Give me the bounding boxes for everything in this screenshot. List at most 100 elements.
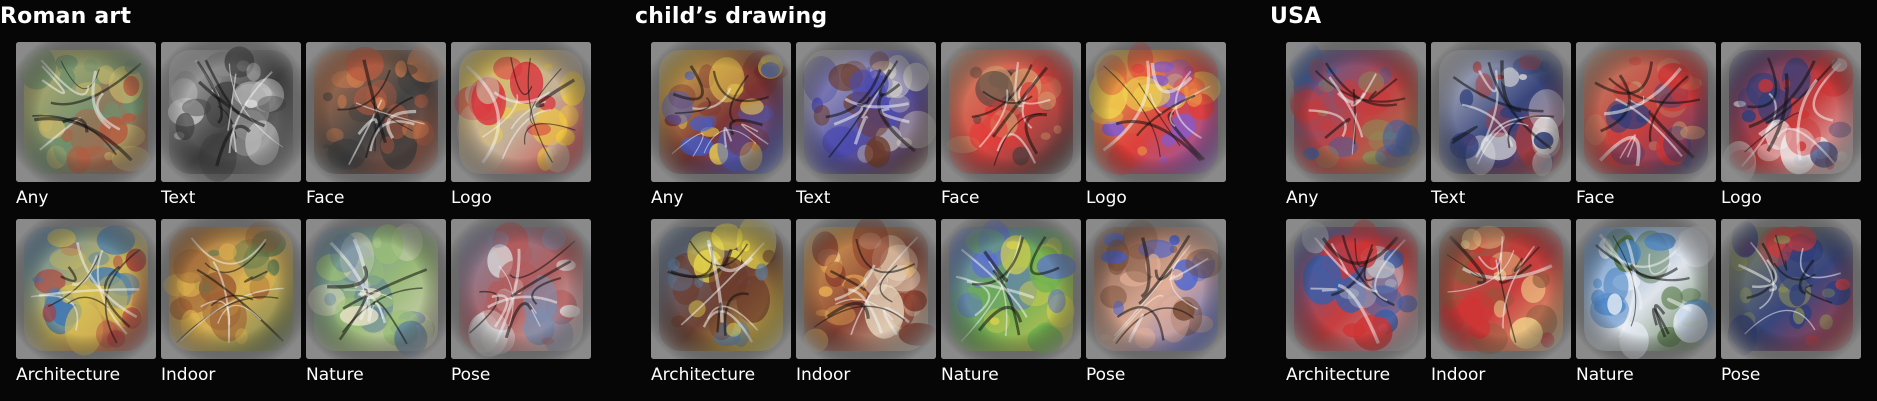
us-mountain-landscape-icon: [1576, 219, 1716, 359]
crayon-text-icon: [796, 42, 936, 182]
thumbnail: [451, 42, 591, 182]
tile-label: Logo: [1086, 188, 1127, 208]
tile-label: Text: [1431, 188, 1466, 208]
thumbnail: [16, 219, 156, 359]
tile-indoor: Indoor: [161, 219, 301, 385]
thumbnail: [306, 42, 446, 182]
group-title: child’s drawing: [635, 4, 828, 29]
tile-architecture: Architecture: [651, 219, 791, 385]
thumbnail: [161, 219, 301, 359]
thumbnail: [1431, 42, 1571, 182]
tile-label: Indoor: [161, 365, 216, 385]
tile-nature: Nature: [941, 219, 1081, 385]
tile-label: Architecture: [1286, 365, 1391, 385]
thumbnail: [651, 42, 791, 182]
tile-label: Architecture: [651, 365, 756, 385]
tile-label: Pose: [1086, 365, 1126, 385]
thumbnail: [1576, 42, 1716, 182]
crayon-figure-icon: [1086, 219, 1226, 359]
crayon-face-icon: [651, 42, 791, 182]
tile-label: Pose: [1721, 365, 1761, 385]
roman-bird-sculpture-icon: [16, 42, 156, 182]
crayon-round-face-icon: [941, 42, 1081, 182]
thumbnail: [1576, 219, 1716, 359]
thumbnail: [651, 219, 791, 359]
thumbnail: [451, 219, 591, 359]
group-title: USA: [1270, 4, 1322, 29]
tile-label: Text: [796, 188, 831, 208]
tile-label: Logo: [451, 188, 492, 208]
tile-label: Face: [306, 188, 345, 208]
us-capitol-flags-icon: [1286, 219, 1426, 359]
tile-text: Text: [161, 42, 301, 208]
roman-laurel-face-icon: [306, 42, 446, 182]
tile-pose: Pose: [1721, 219, 1861, 385]
tile-architecture: Architecture: [16, 219, 156, 385]
tile-indoor: Indoor: [796, 219, 936, 385]
tile-any: Any: [1286, 42, 1426, 208]
tile-label: Face: [1576, 188, 1615, 208]
tile-architecture: Architecture: [1286, 219, 1426, 385]
tile-logo: Logo: [1721, 42, 1861, 208]
thumbnail: [1086, 219, 1226, 359]
group-childs-drawing: child’s drawing Any Text Face Logo Archi…: [635, 0, 1255, 401]
crayon-room-icon: [796, 219, 936, 359]
tile-label: Indoor: [1431, 365, 1486, 385]
thumbnail: [16, 42, 156, 182]
tile-label: Indoor: [796, 365, 851, 385]
tile-nature: Nature: [306, 219, 446, 385]
tile-text: Text: [1431, 42, 1571, 208]
thumbnail: [161, 42, 301, 182]
us-soldier-flag-icon: [1286, 42, 1426, 182]
us-flag-logo-icon: [1721, 42, 1861, 182]
tile-face: Face: [1576, 42, 1716, 208]
tile-pose: Pose: [451, 219, 591, 385]
thumbnail: [1721, 42, 1861, 182]
roman-heraldic-hall-icon: [161, 219, 301, 359]
thumbnail: [1286, 42, 1426, 182]
roman-warriors-icon: [451, 219, 591, 359]
thumbnail: [1721, 219, 1861, 359]
tile-any: Any: [16, 42, 156, 208]
tile-label: Nature: [1576, 365, 1634, 385]
thumbnail: [306, 219, 446, 359]
group-usa: USA Any Text Face Logo Architecture Indo…: [1270, 0, 1877, 401]
crayon-field-icon: [941, 219, 1081, 359]
crayon-house-icon: [651, 219, 791, 359]
tile-nature: Nature: [1576, 219, 1716, 385]
group-roman-art: Roman art Any Text Face Logo Architectur…: [0, 0, 620, 401]
group-title: Roman art: [0, 4, 132, 29]
tile-indoor: Indoor: [1431, 219, 1571, 385]
tile-any: Any: [651, 42, 791, 208]
us-text-banner-icon: [1431, 42, 1571, 182]
thumbnail: [941, 42, 1081, 182]
thumbnail: [796, 219, 936, 359]
roman-heraldic-shield-icon: [451, 42, 591, 182]
tile-face: Face: [306, 42, 446, 208]
tile-label: Text: [161, 188, 196, 208]
tile-label: Face: [941, 188, 980, 208]
thumbnail: [1431, 219, 1571, 359]
tile-label: Pose: [451, 365, 491, 385]
tile-label: Logo: [1721, 188, 1762, 208]
tile-label: Any: [16, 188, 49, 208]
tile-pose: Pose: [1086, 219, 1226, 385]
thumbnail: [1286, 219, 1426, 359]
tile-label: Nature: [941, 365, 999, 385]
us-portrait-face-icon: [1576, 42, 1716, 182]
tile-label: Nature: [306, 365, 364, 385]
tile-label: Architecture: [16, 365, 121, 385]
roman-palace-icon: [16, 219, 156, 359]
tile-text: Text: [796, 42, 936, 208]
thumbnail: [941, 219, 1081, 359]
tile-face: Face: [941, 42, 1081, 208]
thumbnail: [1086, 42, 1226, 182]
us-soldiers-hug-icon: [1721, 219, 1861, 359]
thumbnail: [796, 42, 936, 182]
us-interior-flags-icon: [1431, 219, 1571, 359]
roman-text-relief-icon: [161, 42, 301, 182]
tile-logo: Logo: [451, 42, 591, 208]
tile-label: Any: [1286, 188, 1319, 208]
tile-label: Any: [651, 188, 684, 208]
crayon-two-faces-icon: [1086, 42, 1226, 182]
